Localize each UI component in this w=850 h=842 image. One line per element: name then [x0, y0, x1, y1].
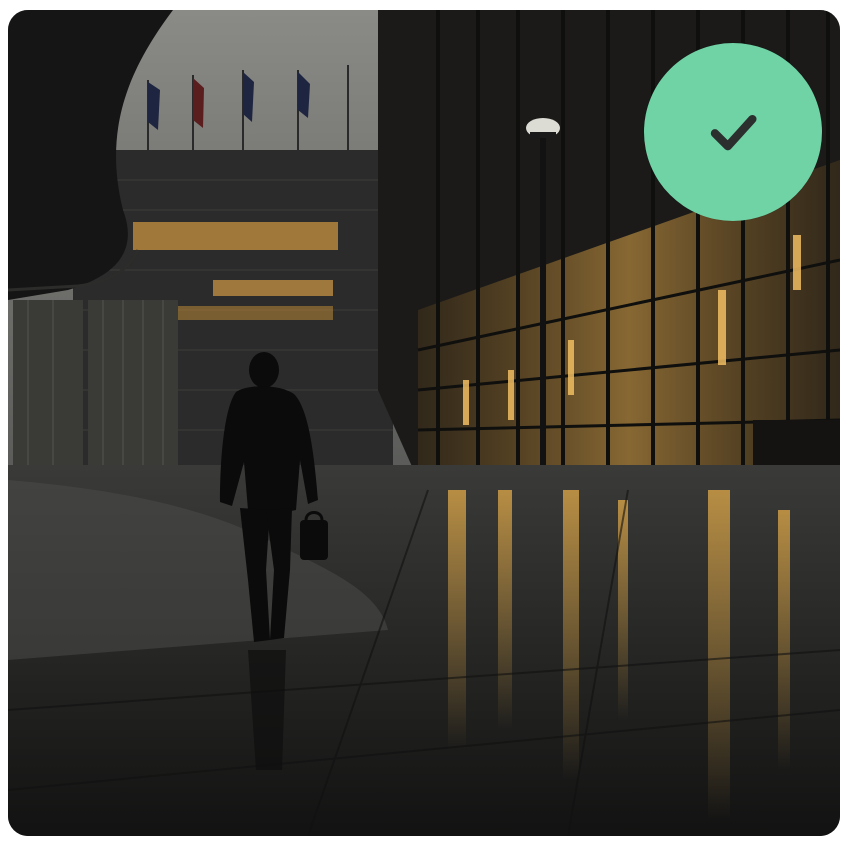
- checkmark-icon: [710, 114, 757, 151]
- selected-check-badge[interactable]: [644, 43, 822, 221]
- image-card[interactable]: [8, 10, 840, 836]
